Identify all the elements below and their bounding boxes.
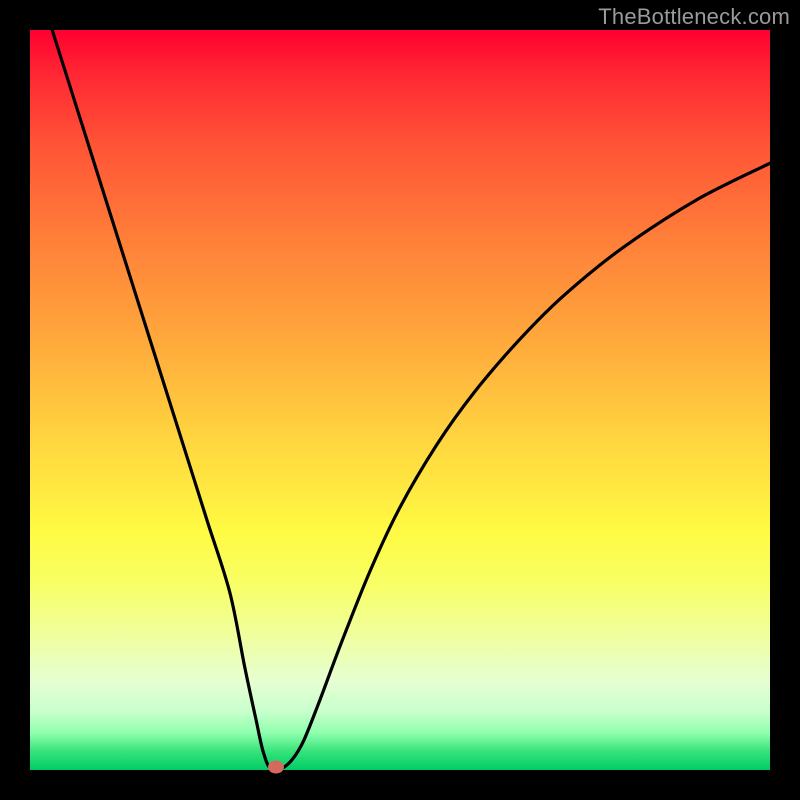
chart-frame: TheBottleneck.com	[0, 0, 800, 800]
optimum-marker-icon	[268, 761, 284, 774]
plot-area	[30, 30, 770, 770]
bottleneck-curve	[30, 30, 770, 770]
watermark-text: TheBottleneck.com	[598, 4, 790, 30]
